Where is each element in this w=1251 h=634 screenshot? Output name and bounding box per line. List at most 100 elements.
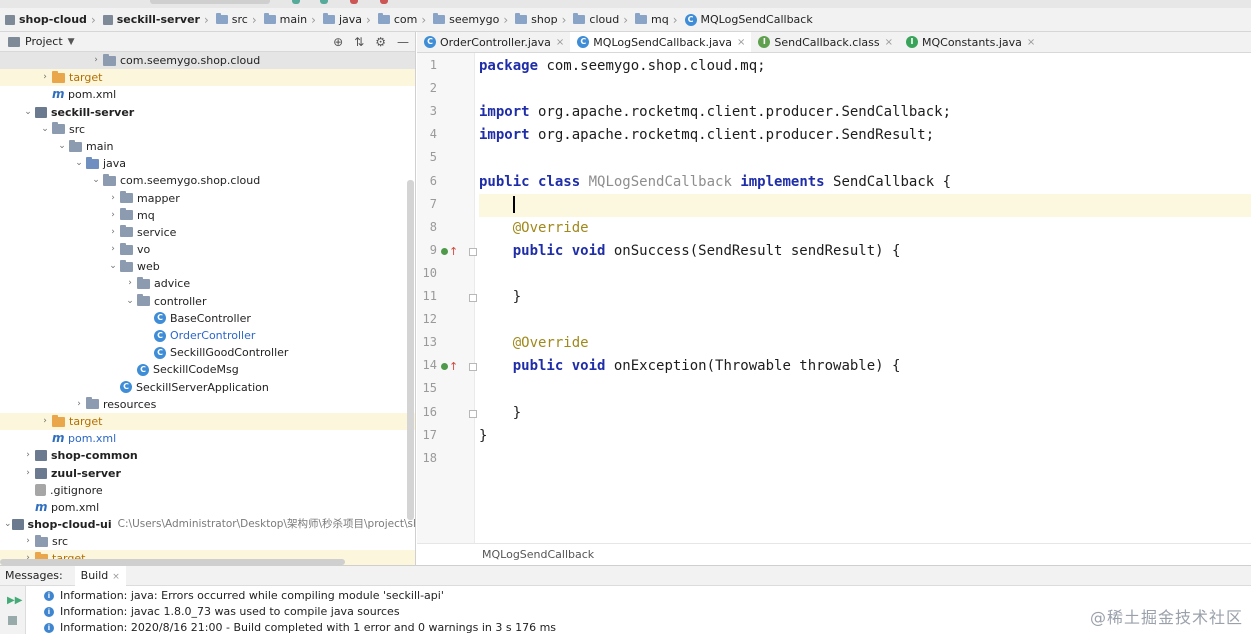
fold-icon[interactable] <box>469 294 477 302</box>
tree-item[interactable]: m pom.xml <box>0 430 415 447</box>
tree-item[interactable]: ⌄ shop-cloud-ui C:\Users\Administrator\Des… <box>0 516 415 533</box>
code-line-1[interactable]: package com.seemygo.shop.cloud.mq; <box>479 55 1251 78</box>
chevron-right-icon[interactable]: › <box>106 190 120 207</box>
chevron-right-icon[interactable]: › <box>123 275 137 292</box>
tree-item[interactable]: C BaseController <box>0 310 415 327</box>
breadcrumb-item-src[interactable]: src <box>211 8 250 31</box>
chevron-down-icon[interactable]: ⌄ <box>89 172 103 189</box>
code-line-8[interactable]: @Override <box>479 217 1251 240</box>
tree-item[interactable]: C SeckillCodeMsg <box>0 361 415 378</box>
breadcrumb-item-seemygo[interactable]: seemygo <box>428 8 501 31</box>
tree-item[interactable]: ⌄ src <box>0 121 415 138</box>
chevron-down-icon[interactable]: ⌄ <box>21 104 35 121</box>
close-icon[interactable]: × <box>1027 37 1035 48</box>
breadcrumb-item-cloud[interactable]: cloud <box>568 8 621 31</box>
close-icon[interactable]: × <box>885 37 893 48</box>
chevron-down-icon[interactable]: ⌄ <box>106 258 120 275</box>
tree-item[interactable]: › zuul-server <box>0 465 415 482</box>
code-line-6[interactable]: public class MQLogSendCallback implement… <box>479 171 1251 194</box>
tree-item[interactable]: › mq <box>0 207 415 224</box>
tree-item[interactable]: ⌄ web <box>0 258 415 275</box>
chevron-down-icon[interactable]: ⌄ <box>72 155 86 172</box>
message-row[interactable]: i Information: 2020/8/16 21:00 - Build co… <box>44 620 556 634</box>
tab-mqconstants[interactable]: I MQConstants.java × <box>899 32 1041 52</box>
code-line-14[interactable]: public void onException(Throwable throwa… <box>479 355 1251 378</box>
tree-item[interactable]: m pom.xml <box>0 86 415 103</box>
tree-item[interactable]: m pom.xml <box>0 499 415 516</box>
tree-item[interactable]: › com.seemygo.shop.cloud <box>0 52 415 70</box>
breadcrumb-item-com[interactable]: com <box>373 8 420 31</box>
tree-item[interactable]: › vo <box>0 241 415 258</box>
chevron-right-icon[interactable]: › <box>106 224 120 241</box>
stop-icon[interactable] <box>8 616 17 625</box>
tree-item[interactable]: › target <box>0 412 415 431</box>
code-line-9[interactable]: public void onSuccess(SendResult sendRes… <box>479 240 1251 263</box>
tree-item[interactable]: C SeckillServerApplication <box>0 379 415 396</box>
code-line-16[interactable]: } <box>479 402 1251 425</box>
close-icon[interactable]: × <box>112 572 120 582</box>
gear-icon[interactable]: ⚙ <box>375 35 386 49</box>
chevron-down-icon[interactable]: ⌄ <box>123 293 137 310</box>
code-line-3[interactable]: import org.apache.rocketmq.client.produc… <box>479 101 1251 124</box>
tab-mqlogsendcallback[interactable]: C MQLogSendCallback.java × <box>570 32 752 52</box>
tree-item[interactable]: › advice <box>0 275 415 292</box>
tab-build[interactable]: Build × <box>74 565 126 586</box>
message-row[interactable]: i Information: javac 1.8.0_73 was used to… <box>44 604 400 620</box>
tree-item[interactable]: ⌄ controller <box>0 293 415 310</box>
chevron-down-icon[interactable]: ⌄ <box>4 516 12 533</box>
chevron-right-icon[interactable]: › <box>21 533 35 550</box>
chevron-right-icon[interactable]: › <box>89 52 103 69</box>
breadcrumb-item-java[interactable]: java <box>318 8 364 31</box>
chevron-right-icon[interactable]: › <box>106 241 120 258</box>
code-editor[interactable]: 1 2 3 4 5 6 7 8 9 10 11 12 13 14 15 16 17 18 ↑ ↑ package co… <box>417 53 1251 565</box>
chevron-right-icon[interactable]: › <box>21 447 35 464</box>
rerun-icon[interactable]: ▶▶ <box>7 595 22 606</box>
collapse-all-icon[interactable]: ⇅ <box>354 35 364 49</box>
fold-icon[interactable] <box>469 409 477 418</box>
message-row[interactable]: i Information: java: Errors occurred whil… <box>44 588 444 604</box>
breadcrumb-item-mq[interactable]: mq <box>630 8 671 31</box>
tree-item[interactable]: .gitignore <box>0 482 415 499</box>
breadcrumb-item-main[interactable]: main <box>259 8 309 31</box>
tab-sendcallback[interactable]: I SendCallback.class × <box>751 32 899 52</box>
vertical-scrollbar[interactable] <box>407 180 414 520</box>
breadcrumb-item-mqlogsendcallback[interactable]: C MQLogSendCallback <box>680 8 815 31</box>
breadcrumb-item-shop[interactable]: shop <box>510 8 559 31</box>
fold-icon[interactable] <box>469 247 477 256</box>
chevron-right-icon[interactable]: › <box>38 69 52 86</box>
override-marker-icon[interactable]: ↑ <box>441 245 458 258</box>
locate-icon[interactable]: ⊕ <box>333 35 343 49</box>
code-line-13[interactable]: @Override <box>479 332 1251 355</box>
breadcrumb-item-seckill-server[interactable]: seckill-server <box>98 8 202 31</box>
tree-item[interactable]: › service <box>0 224 415 241</box>
chevron-down-icon[interactable]: ▼ <box>68 37 75 47</box>
chevron-right-icon[interactable]: › <box>21 465 35 482</box>
tree-item[interactable]: › shop-common <box>0 447 415 464</box>
tree-item[interactable]: C OrderController <box>0 327 415 344</box>
project-panel-title[interactable]: Project <box>25 35 63 48</box>
tree-item[interactable]: C SeckillGoodController <box>0 344 415 361</box>
override-marker-icon[interactable]: ↑ <box>441 360 458 373</box>
chevron-right-icon[interactable]: › <box>106 207 120 224</box>
chevron-down-icon[interactable]: ⌄ <box>38 121 52 138</box>
tree-item[interactable]: › resources <box>0 396 415 413</box>
tree-item[interactable]: › target <box>0 69 415 87</box>
chevron-right-icon[interactable]: › <box>72 396 86 413</box>
code-line-7-current[interactable] <box>479 193 1251 217</box>
code-line-11[interactable]: } <box>479 286 1251 309</box>
tree-item[interactable]: › mapper <box>0 190 415 207</box>
chevron-down-icon[interactable]: ⌄ <box>55 138 69 155</box>
breadcrumb-item-shop-cloud[interactable]: shop-cloud <box>0 8 89 31</box>
code-line-17[interactable]: } <box>479 425 1251 448</box>
tree-item[interactable]: ⌄ java <box>0 155 415 172</box>
code-line-4[interactable]: import org.apache.rocketmq.client.produc… <box>479 124 1251 147</box>
tab-ordercontroller[interactable]: C OrderController.java × <box>417 32 570 52</box>
minimize-icon[interactable]: — <box>397 35 409 49</box>
close-icon[interactable]: × <box>556 37 564 48</box>
editor-breadcrumb[interactable]: MQLogSendCallback <box>482 548 594 561</box>
fold-icon[interactable] <box>469 363 477 372</box>
tree-item[interactable]: ⌄ seckill-server <box>0 104 415 121</box>
tree-item[interactable]: ⌄ com.seemygo.shop.cloud <box>0 172 415 189</box>
close-icon[interactable]: × <box>737 37 745 48</box>
chevron-right-icon[interactable]: › <box>38 413 52 430</box>
